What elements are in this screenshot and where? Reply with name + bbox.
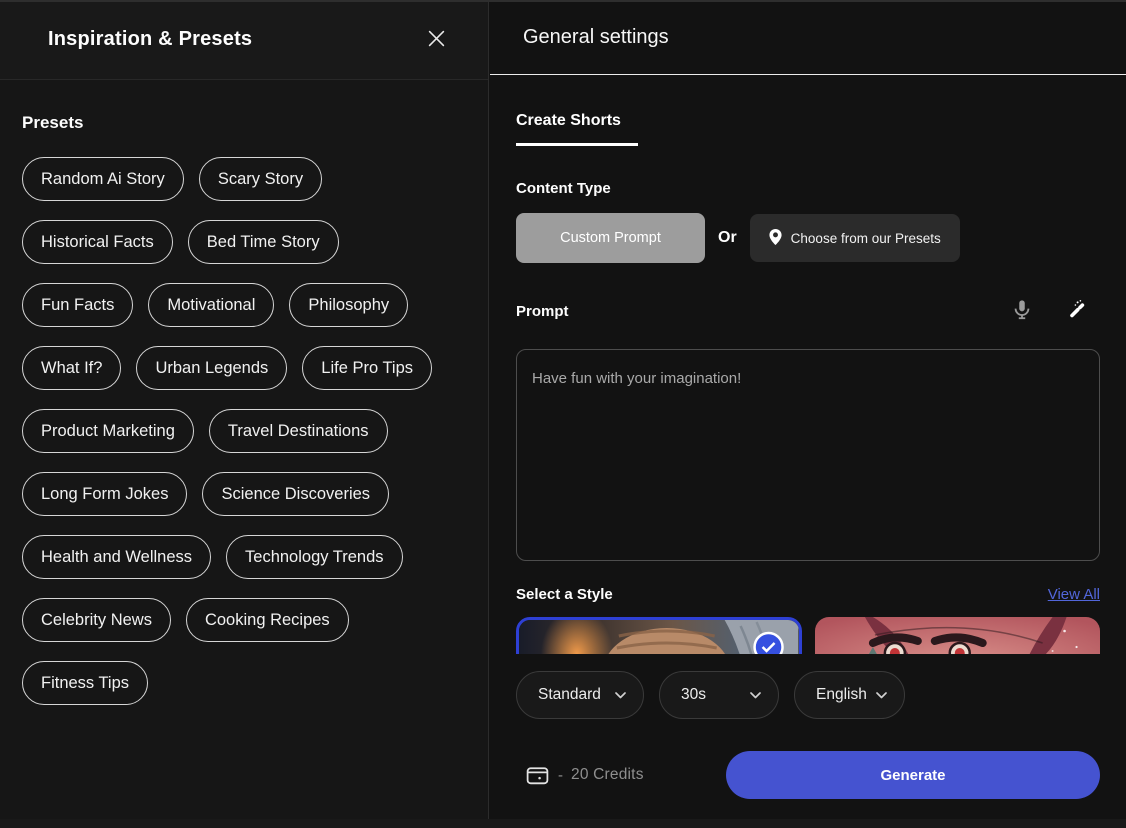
preset-pill[interactable]: Celebrity News [22,598,171,642]
content-type-label: Content Type [516,180,1100,197]
location-pin-icon [769,229,782,248]
chevron-down-icon [876,686,887,704]
preset-pill[interactable]: Health and Wellness [22,535,211,579]
select-style-label: Select a Style [516,586,613,603]
credits-minus: - [558,767,563,784]
prompt-label: Prompt [516,303,569,320]
tab-create-shorts[interactable]: Create Shorts [516,112,638,146]
preset-pill[interactable]: Historical Facts [22,220,173,264]
style-card-illustrated[interactable] [815,617,1101,654]
inspiration-presets-header: Inspiration & Presets [0,0,488,80]
prompt-input[interactable] [516,349,1100,561]
preset-pill[interactable]: Philosophy [289,283,408,327]
preset-pill[interactable]: Urban Legends [136,346,287,390]
preset-pill[interactable]: Life Pro Tips [302,346,432,390]
enhance-prompt-button[interactable] [1067,299,1088,323]
duration-value: 30s [681,686,706,704]
quality-dropdown[interactable]: Standard [516,671,644,719]
preset-pill[interactable]: Fun Facts [22,283,133,327]
preset-pill[interactable]: Scary Story [199,157,322,201]
style-thumbnail-illustrated [815,617,1101,654]
quality-value: Standard [538,686,601,704]
presets-list: Random Ai Story Scary Story Historical Fac… [22,157,466,705]
modal-top-edge [0,0,1126,2]
credits-count: 20 Credits [571,766,644,784]
panel-title: Inspiration & Presets [48,28,252,51]
close-icon [428,30,445,50]
preset-pill[interactable]: What If? [22,346,121,390]
language-value: English [816,686,867,704]
general-settings-panel: General settings Create Shorts Content T… [490,0,1126,828]
microphone-icon [1011,298,1033,324]
inspiration-presets-panel: Inspiration & Presets Presets Random Ai … [0,0,489,828]
wallet-icon [525,763,550,788]
or-text: Or [718,229,737,247]
general-settings-header: General settings [490,0,1126,75]
magic-wand-icon [1067,299,1088,323]
generate-button[interactable]: Generate [726,751,1100,799]
choose-presets-label: Choose from our Presets [791,231,941,246]
custom-prompt-button[interactable]: Custom Prompt [516,213,705,263]
preset-pill[interactable]: Technology Trends [226,535,403,579]
preset-pill[interactable]: Science Discoveries [202,472,389,516]
preset-pill[interactable]: Random Ai Story [22,157,184,201]
preset-pill[interactable]: Long Form Jokes [22,472,187,516]
close-button[interactable] [424,28,448,52]
modal-bottom-edge [0,819,1126,828]
duration-dropdown[interactable]: 30s [659,671,779,719]
preset-pill[interactable]: Fitness Tips [22,661,148,705]
preset-pill[interactable]: Travel Destinations [209,409,388,453]
view-all-link[interactable]: View All [1048,586,1100,603]
style-thumbnail-realistic [519,620,799,654]
preset-pill[interactable]: Motivational [148,283,274,327]
page-title: General settings [523,26,669,49]
style-card-realistic-selected[interactable] [516,617,802,654]
language-dropdown[interactable]: English [794,671,905,719]
presets-section-title: Presets [22,113,466,133]
chevron-down-icon [615,686,626,704]
preset-pill[interactable]: Cooking Recipes [186,598,349,642]
chevron-down-icon [750,686,761,704]
preset-pill[interactable]: Bed Time Story [188,220,339,264]
voice-input-button[interactable] [1011,298,1033,324]
preset-pill[interactable]: Product Marketing [22,409,194,453]
style-cards-row [516,617,1100,654]
choose-presets-button[interactable]: Choose from our Presets [750,214,960,262]
